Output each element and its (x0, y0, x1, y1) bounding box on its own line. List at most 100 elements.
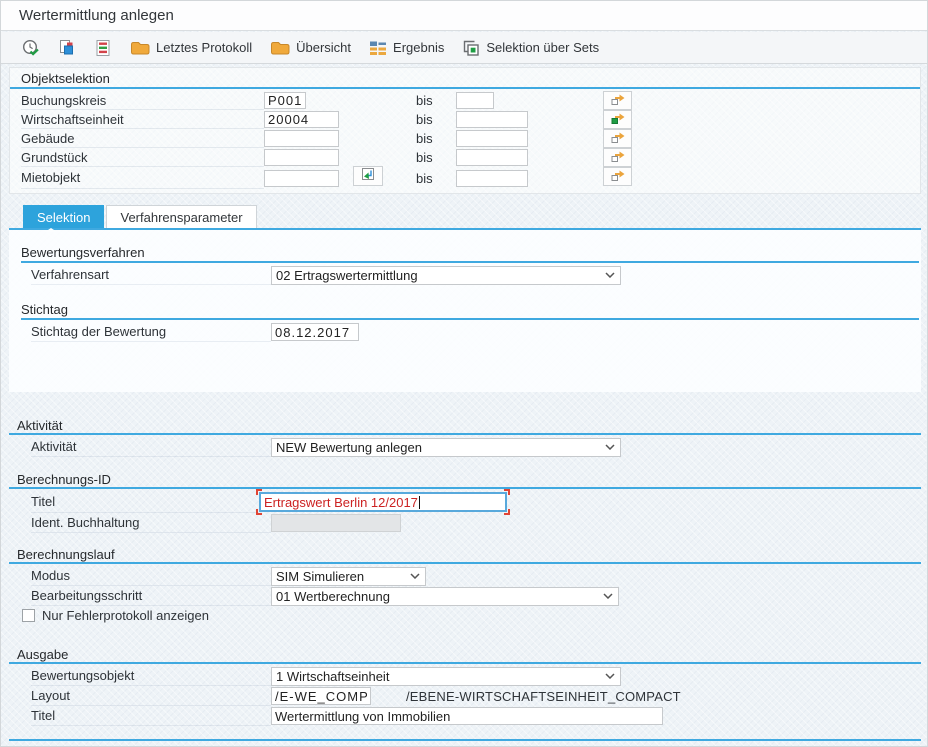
window-bottom-accent (9, 739, 921, 741)
section-title: Stichtag (21, 302, 921, 317)
toolbar-button-label: Letztes Protokoll (156, 40, 252, 55)
section-title: Objektselektion (21, 71, 920, 86)
bis-label: bis (416, 131, 456, 146)
fehlerprotokoll-checkbox[interactable] (22, 609, 35, 622)
wirtschaftseinheit-row: Wirtschaftseinheit bis (21, 110, 920, 129)
mietobjekt-select-button[interactable] (353, 166, 383, 186)
toolbar-button-label: Ergebnis (393, 40, 444, 55)
log-button[interactable] (85, 35, 121, 61)
objektselektion-group: Objektselektion Buchungskreis bis (9, 67, 921, 194)
execute-button[interactable] (13, 35, 49, 61)
mietobjekt-input[interactable] (264, 170, 339, 187)
section-title: Aktivität (17, 418, 921, 433)
bis-label: bis (416, 93, 456, 108)
buchungskreis-row: Buchungskreis bis (21, 91, 920, 110)
aktivitaet-row: Aktivität NEW Bewertung anlegen (31, 437, 921, 457)
gebaeude-bis-input[interactable] (456, 130, 528, 147)
stichtag-row: Stichtag der Bewertung (31, 322, 921, 342)
folder-icon (130, 40, 150, 56)
wirtschaftseinheit-input[interactable] (264, 111, 339, 128)
focus-corner (504, 489, 510, 495)
field-label: Aktivität (31, 437, 271, 457)
mietobjekt-bis-input[interactable] (456, 170, 528, 187)
letztes-protokoll-button[interactable]: Letztes Protokoll (121, 35, 261, 61)
aktivitaet-section: Aktivität Aktivität NEW Bewertung anlege… (9, 418, 921, 457)
multi-select-button[interactable] (603, 167, 632, 186)
stichtag-section: Stichtag Stichtag der Bewertung (9, 302, 921, 342)
grundstueck-input[interactable] (264, 149, 339, 166)
tab-verfahrensparameter[interactable]: Verfahrensparameter (106, 205, 256, 228)
multi-select-active-arrow-icon (610, 111, 626, 128)
gebaeude-row: Gebäude bis (21, 129, 920, 148)
chevron-down-icon (404, 573, 420, 579)
bis-label: bis (416, 171, 456, 186)
dropdown-value: 01 Wertberechnung (276, 589, 597, 604)
ausgabe-section: Ausgabe Bewertungsobjekt 1 Wirtschaftsei… (9, 647, 921, 726)
toolbar-button-label: Übersicht (296, 40, 351, 55)
berechnungslauf-section: Berechnungslauf Modus SIM Simulieren Bea… (9, 547, 921, 625)
focus-corner (256, 489, 262, 495)
field-label: Gebäude (21, 129, 264, 148)
copy-icon (58, 39, 76, 57)
selektion-tab-panel: Bewertungsverfahren Verfahrensart 02 Ert… (9, 230, 921, 392)
multi-select-button[interactable] (603, 91, 632, 110)
chevron-down-icon (599, 272, 615, 278)
multi-select-arrow-icon (610, 149, 626, 166)
titel-input-focus-frame: Ertragswert Berlin 12/2017 (259, 492, 507, 512)
tab-label: Verfahrensparameter (120, 210, 242, 225)
execute-clock-icon (22, 39, 40, 57)
result-list-icon (369, 40, 387, 56)
buchungskreis-bis-input[interactable] (456, 92, 494, 109)
gebaeude-input[interactable] (264, 130, 339, 147)
aktivitaet-dropdown[interactable]: NEW Bewertung anlegen (271, 438, 621, 457)
ergebnis-button[interactable]: Ergebnis (360, 35, 453, 61)
titel-input[interactable]: Ertragswert Berlin 12/2017 (259, 492, 507, 512)
dropdown-value: SIM Simulieren (276, 569, 404, 584)
multi-select-arrow-icon (610, 92, 626, 109)
modus-dropdown[interactable]: SIM Simulieren (271, 567, 426, 586)
multi-select-button[interactable] (603, 129, 632, 148)
field-label: Wirtschaftseinheit (21, 110, 264, 129)
dropdown-value: 1 Wirtschaftseinheit (276, 669, 599, 684)
page-title: Wertermittlung anlegen (19, 7, 174, 24)
bewertungsobjekt-dropdown[interactable]: 1 Wirtschaftseinheit (271, 667, 621, 686)
field-label: Buchungskreis (21, 91, 264, 110)
field-label: Bewertungsobjekt (31, 666, 271, 686)
layout-input[interactable] (271, 687, 371, 705)
verfahrensart-dropdown[interactable]: 02 Ertragswertermittlung (271, 266, 621, 285)
bearbeitungsschritt-dropdown[interactable]: 01 Wertberechnung (271, 587, 619, 606)
multi-select-button[interactable] (603, 148, 632, 167)
verfahrensart-row: Verfahrensart 02 Ertragswertermittlung (31, 265, 921, 285)
sap-window: Wertermittlung anlegen (0, 0, 928, 747)
bis-label: bis (416, 150, 456, 165)
field-label: Modus (31, 566, 271, 586)
ausgabe-titel-input[interactable] (271, 707, 663, 725)
multi-select-active-button[interactable] (603, 110, 632, 129)
field-label: Mietobjekt (21, 167, 264, 189)
field-label: Layout (31, 686, 271, 706)
copy-button[interactable] (49, 35, 85, 61)
selektion-ueber-sets-button[interactable]: Selektion über Sets (453, 35, 608, 61)
layout-row: Layout /EBENE-WIRTSCHAFTSEINHEIT_COMPACT (31, 686, 921, 706)
field-label: Ident. Buchhaltung (31, 513, 271, 533)
section-title: Bewertungsverfahren (21, 245, 921, 260)
import-list-icon (359, 167, 377, 185)
grundstueck-bis-input[interactable] (456, 149, 528, 166)
chevron-down-icon (599, 444, 615, 450)
stichtag-date-input[interactable] (271, 323, 359, 341)
checkbox-label: Nur Fehlerprotokoll anzeigen (42, 608, 209, 623)
multi-select-arrow-icon (610, 130, 626, 147)
buchungskreis-input[interactable] (264, 92, 306, 109)
uebersicht-button[interactable]: Übersicht (261, 35, 360, 61)
application-toolbar: Letztes Protokoll Übersicht Ergebnis (1, 32, 927, 64)
tab-selektion[interactable]: Selektion (23, 205, 104, 228)
chevron-down-icon (599, 673, 615, 679)
tabstrip: Selektion Verfahrensparameter (9, 205, 257, 228)
ident-buchhaltung-input (271, 514, 401, 532)
layout-description: /EBENE-WIRTSCHAFTSEINHEIT_COMPACT (406, 689, 681, 704)
section-title: Berechnungslauf (17, 547, 921, 562)
field-label: Bearbeitungsschritt (31, 586, 271, 606)
wirtschaftseinheit-bis-input[interactable] (456, 111, 528, 128)
bewertungsverfahren-section: Bewertungsverfahren Verfahrensart 02 Ert… (9, 245, 921, 285)
modus-row: Modus SIM Simulieren (31, 566, 921, 586)
